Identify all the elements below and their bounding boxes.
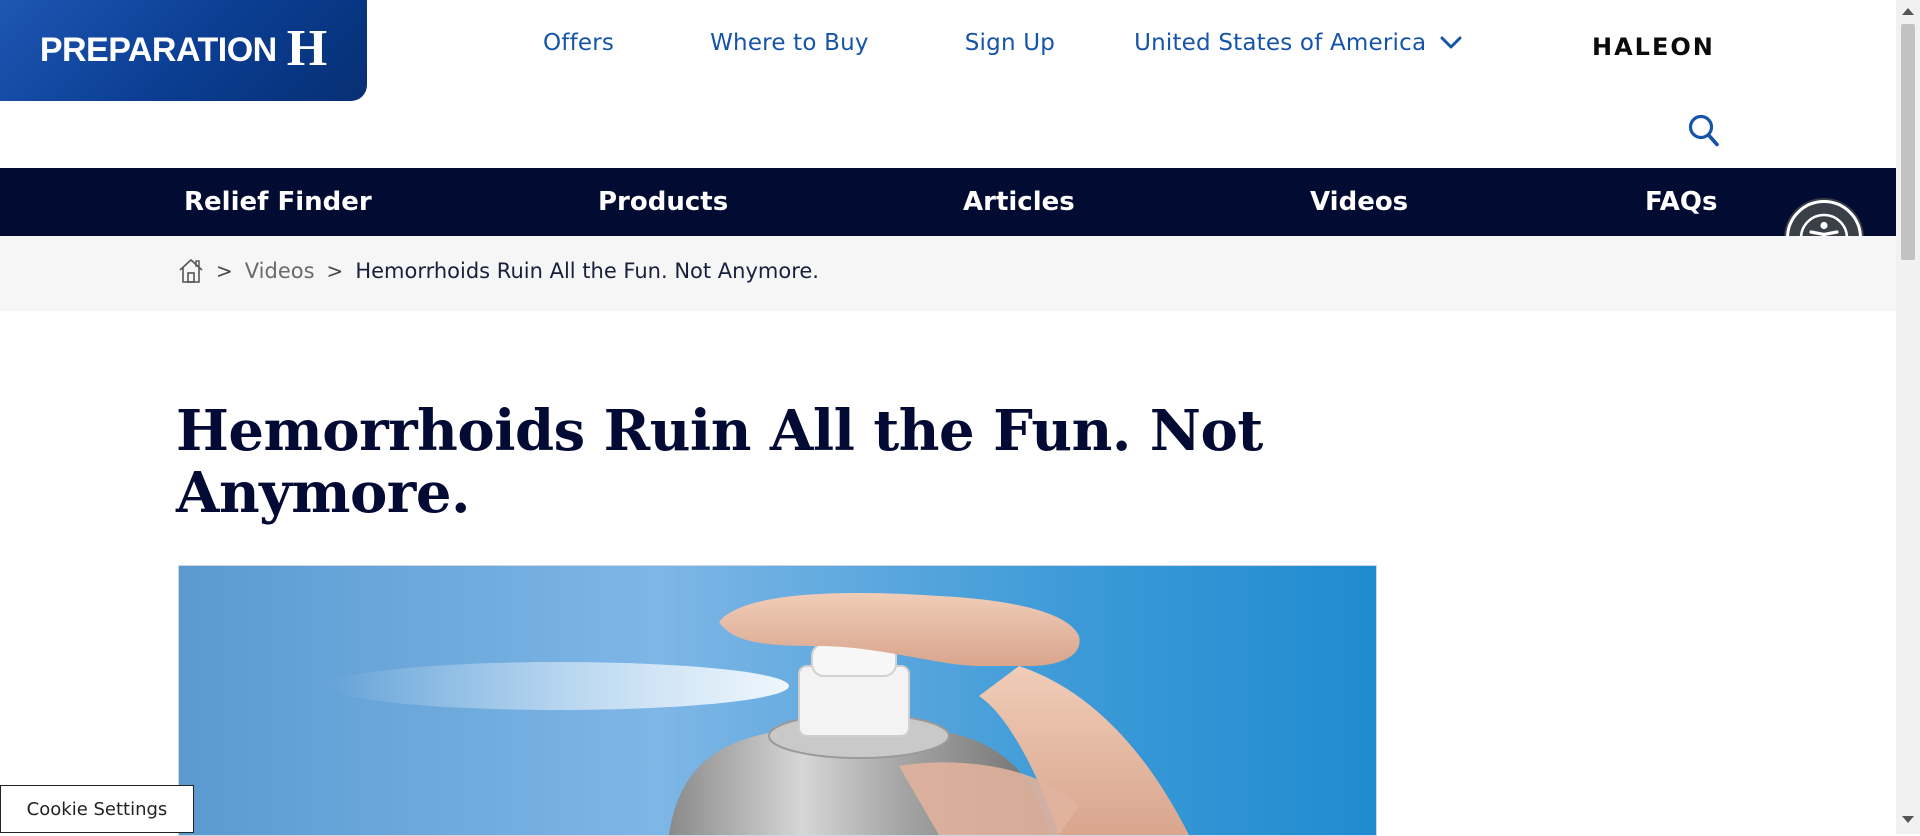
search-button[interactable] <box>1688 114 1720 148</box>
home-icon[interactable] <box>178 258 204 284</box>
scroll-up-arrow[interactable] <box>1902 8 1914 15</box>
nav-faqs[interactable]: FAQs <box>1645 187 1717 217</box>
breadcrumb-bar: > Videos > Hemorrhoids Ruin All the Fun.… <box>0 236 1896 311</box>
nav-relief-finder[interactable]: Relief Finder <box>184 187 372 217</box>
where-to-buy-link[interactable]: Where to Buy <box>710 30 869 56</box>
nav-articles[interactable]: Articles <box>963 187 1075 217</box>
brand-logo[interactable]: PREPARATION H <box>0 0 367 101</box>
chevron-down-icon <box>1440 36 1462 49</box>
breadcrumb-separator: > <box>216 259 233 283</box>
video-player[interactable] <box>178 565 1377 836</box>
breadcrumb: > Videos > Hemorrhoids Ruin All the Fun.… <box>178 258 819 284</box>
search-icon <box>1688 114 1719 147</box>
scrollbar[interactable] <box>1896 0 1920 834</box>
haleon-logo[interactable]: HALEON <box>1592 33 1715 61</box>
breadcrumb-current: Hemorrhoids Ruin All the Fun. Not Anymor… <box>355 259 819 283</box>
country-selector[interactable]: United States of America <box>1134 30 1462 56</box>
offers-link[interactable]: Offers <box>543 30 614 56</box>
logo-wordmark: PREPARATION <box>39 31 277 69</box>
country-label: United States of America <box>1134 30 1427 56</box>
main-nav: Relief Finder Products Articles Videos F… <box>0 168 1896 236</box>
video-thumbnail <box>329 593 1189 835</box>
sign-up-link[interactable]: Sign Up <box>965 30 1055 56</box>
breadcrumb-videos-link[interactable]: Videos <box>245 259 315 283</box>
nav-products[interactable]: Products <box>598 187 728 217</box>
nav-videos[interactable]: Videos <box>1310 187 1408 217</box>
scroll-thumb[interactable] <box>1901 24 1915 260</box>
utility-nav: Offers Where to Buy Sign Up United State… <box>543 30 1462 56</box>
logo-letter: H <box>286 19 328 77</box>
page-title: Hemorrhoids Ruin All the Fun. Not Anymor… <box>176 398 1263 526</box>
scroll-down-arrow[interactable] <box>1902 816 1914 823</box>
cookie-settings-button[interactable]: Cookie Settings <box>0 785 194 833</box>
breadcrumb-separator: > <box>326 259 344 283</box>
